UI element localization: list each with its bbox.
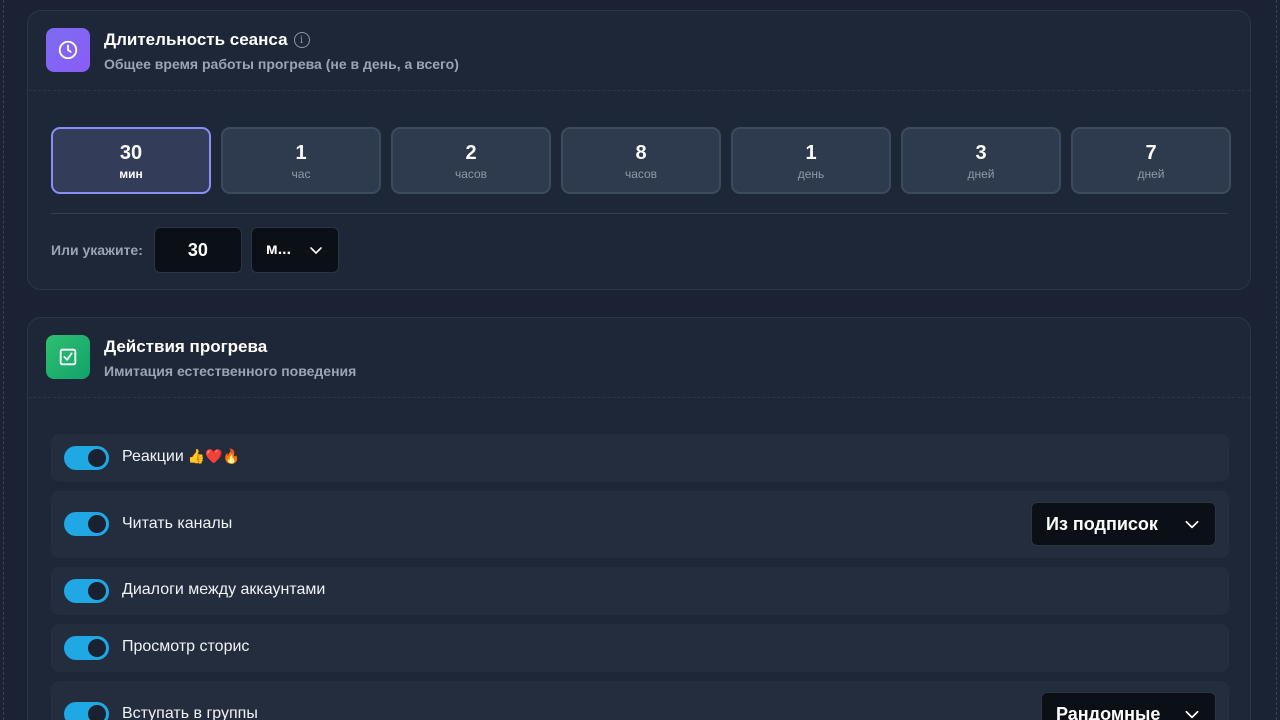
warmup-actions-header: Действия прогрева Имитация естественного… [28, 318, 1250, 398]
preset-value: 3 [975, 141, 987, 164]
reactions-label-text: Реакции [122, 448, 184, 465]
preset-3-days[interactable]: 3 дней [901, 127, 1061, 194]
session-duration-title: Длительность сеанса i [104, 30, 310, 50]
preset-2-hours[interactable]: 2 часов [391, 127, 551, 194]
toggle-knob [88, 705, 106, 720]
preset-value: 8 [635, 141, 647, 164]
custom-unit-value: м... [265, 241, 292, 258]
read-channels-source-value: Из подписок [1046, 513, 1158, 534]
custom-duration-input[interactable] [153, 227, 242, 273]
custom-duration-row: Или укажите: м... [51, 227, 339, 273]
toggle-knob [88, 639, 106, 657]
join-groups-label: Вступать в группы [122, 705, 258, 720]
toggle-knob [88, 582, 106, 600]
preset-unit: дней [1137, 166, 1165, 181]
reactions-emoji: 👍❤️🔥 [187, 449, 241, 465]
action-row-dialogs: Диалоги между аккаунтами [51, 567, 1229, 615]
duration-presets: 30 мин 1 час 2 часов 8 часов 1 день 3 дн… [51, 127, 1231, 194]
preset-unit: часов [624, 166, 658, 181]
join-groups-mode-value: Рандомные [1056, 703, 1161, 720]
toggle-knob [88, 515, 106, 533]
chevron-down-icon [310, 247, 322, 254]
session-duration-header: Длительность сеанса i Общее время работы… [28, 11, 1250, 91]
preset-unit: дней [967, 166, 995, 181]
preset-unit: мин [119, 166, 143, 181]
action-row-read-channels: Читать каналы Из подписок [51, 491, 1229, 558]
preset-unit: часов [454, 166, 488, 181]
custom-duration-label: Или укажите: [51, 242, 143, 258]
session-duration-subtitle: Общее время работы прогрева (не в день, … [104, 56, 459, 72]
reactions-label: Реакции 👍❤️🔥 [122, 448, 240, 466]
chevron-down-icon [1185, 520, 1199, 529]
read-channels-source-select[interactable]: Из подписок [1031, 502, 1216, 546]
read-channels-toggle[interactable] [64, 512, 109, 536]
preset-1-hour[interactable]: 1 час [221, 127, 381, 194]
session-duration-card: Длительность сеанса i Общее время работы… [27, 10, 1251, 290]
checkbox-icon [46, 335, 90, 379]
preset-value: 30 [119, 141, 143, 164]
clock-icon [46, 28, 90, 72]
preset-7-days[interactable]: 7 дней [1071, 127, 1231, 194]
reactions-toggle[interactable] [64, 446, 109, 470]
preset-value: 1 [295, 141, 307, 164]
session-duration-title-text: Длительность сеанса [104, 30, 288, 49]
preset-8-hours[interactable]: 8 часов [561, 127, 721, 194]
preset-unit: час [291, 166, 311, 181]
right-edge-guide [1276, 0, 1277, 720]
preset-value: 2 [465, 141, 477, 164]
custom-unit-select[interactable]: м... [250, 227, 339, 273]
action-row-join-groups: Вступать в группы Рандомные [51, 681, 1229, 720]
stories-label: Просмотр сторис [122, 638, 250, 655]
join-groups-mode-select[interactable]: Рандомные [1041, 692, 1216, 720]
toggle-knob [88, 449, 106, 467]
join-groups-toggle[interactable] [64, 702, 109, 720]
warmup-actions-title-text: Действия прогрева [104, 337, 268, 356]
warmup-actions-title: Действия прогрева [104, 337, 267, 357]
warmup-actions-card: Действия прогрева Имитация естественного… [27, 317, 1251, 720]
preset-value: 7 [1145, 141, 1157, 164]
preset-30-min[interactable]: 30 мин [51, 127, 211, 194]
info-icon[interactable]: i [293, 32, 310, 48]
preset-unit: день [797, 166, 825, 181]
stories-toggle[interactable] [64, 636, 109, 660]
read-channels-label: Читать каналы [122, 515, 233, 532]
warmup-actions-subtitle: Имитация естественного поведения [104, 363, 357, 379]
action-row-reactions: Реакции 👍❤️🔥 [51, 434, 1229, 482]
left-edge-guide [3, 0, 4, 720]
dialogs-toggle[interactable] [64, 579, 109, 603]
dialogs-label: Диалоги между аккаунтами [122, 581, 326, 598]
preset-1-day[interactable]: 1 день [731, 127, 891, 194]
action-row-stories: Просмотр сторис [51, 624, 1229, 672]
presets-divider [51, 213, 1228, 214]
chevron-down-icon [1185, 710, 1199, 719]
preset-value: 1 [805, 141, 817, 164]
